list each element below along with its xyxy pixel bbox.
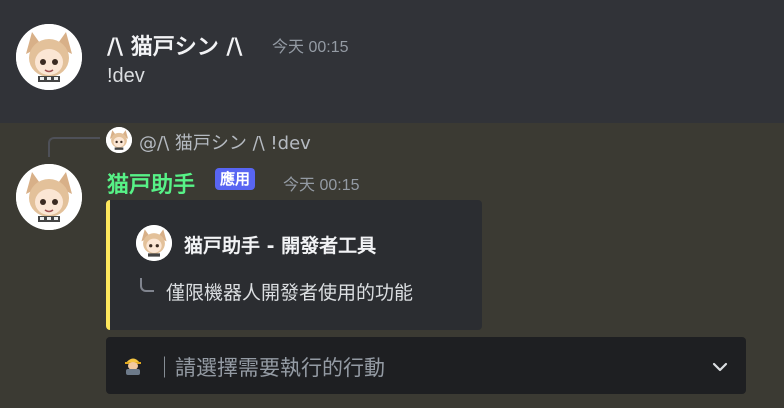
reply-connector [48, 137, 100, 157]
catgirl-avatar-icon [16, 164, 82, 230]
app-badge: 應用 [215, 168, 256, 190]
embed-connector [140, 278, 154, 292]
construction-worker-icon [125, 358, 141, 375]
embed-title: 猫戸助手 - 開發者工具 [184, 235, 377, 257]
username[interactable]: /\ 猫戸シン /\ [107, 29, 242, 61]
embed-author-avatar [136, 225, 172, 261]
message-1: /\ 猫戸シン /\ 今天 00:15 !dev [0, 0, 784, 123]
embed: 猫戸助手 - 開發者工具 僅限機器人開發者使用的功能 [106, 200, 482, 330]
message-content: !dev [107, 65, 145, 87]
bot-username[interactable]: 猫戸助手 [107, 167, 195, 199]
user-avatar[interactable] [16, 24, 82, 90]
catgirl-avatar-icon [136, 225, 172, 261]
catgirl-avatar-icon [106, 127, 132, 153]
catgirl-avatar-icon [16, 24, 82, 90]
action-select-menu[interactable]: ｜請選擇需要執行的行動 [106, 337, 746, 394]
bot-avatar[interactable] [16, 164, 82, 230]
reply-preview[interactable]: @/\ 猫戸シン /\ !dev [139, 129, 311, 155]
select-placeholder: ｜請選擇需要執行的行動 [154, 356, 385, 380]
embed-description: 僅限機器人開發者使用的功能 [166, 282, 414, 304]
timestamp: 今天 00:15 [283, 177, 360, 194]
timestamp: 今天 00:15 [272, 39, 349, 56]
chevron-down-icon [712, 362, 728, 372]
reply-avatar[interactable] [106, 127, 132, 153]
